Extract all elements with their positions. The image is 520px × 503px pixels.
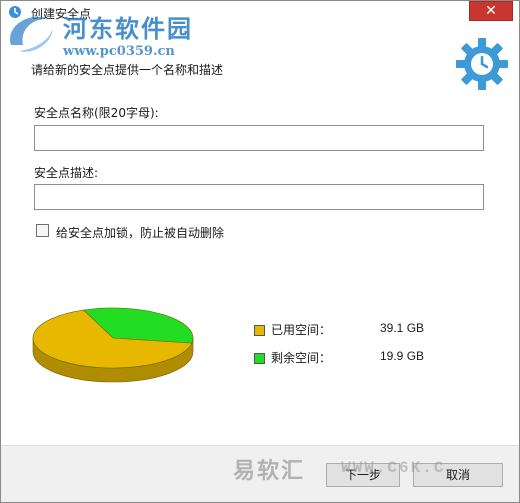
bottom-watermark-url: WWW.C6K.C xyxy=(341,459,446,477)
watermark-url: www.pc0359.cn xyxy=(63,44,175,59)
description-label: 安全点描述: xyxy=(34,166,99,180)
disk-usage-pie-chart xyxy=(32,307,194,383)
used-label: 已用空间： xyxy=(271,323,332,337)
used-swatch xyxy=(254,325,265,336)
free-value: 19.9 GB xyxy=(380,349,425,363)
gear-clock-icon xyxy=(456,38,508,90)
description-input[interactable] xyxy=(34,184,484,210)
close-button[interactable]: ✕ xyxy=(469,1,513,21)
name-label: 安全点名称(限20字母): xyxy=(34,106,159,120)
legend-used: 已用空间： 39.1 GB xyxy=(254,321,454,349)
free-swatch xyxy=(254,353,265,364)
used-value: 39.1 GB xyxy=(380,321,425,335)
create-restore-point-dialog: 创建安全点 ✕ 河东软件园 www.pc0359.cn 请给新的安全点提供一个名… xyxy=(0,0,520,503)
free-label: 剩余空间： xyxy=(271,351,332,365)
bottom-watermark-logo: 易软汇 xyxy=(233,459,306,484)
lock-checkbox-label: 给安全点加锁，防止被自动删除 xyxy=(56,226,225,240)
disk-legend: 已用空间： 39.1 GB 剩余空间： 19.9 GB xyxy=(254,321,454,377)
watermark-logo: 河东软件园 xyxy=(63,14,193,43)
watermark-swirl-icon xyxy=(10,16,53,52)
dialog-subtitle: 请给新的安全点提供一个名称和描述 xyxy=(31,63,224,77)
name-input[interactable] xyxy=(34,125,484,151)
lock-checkbox[interactable] xyxy=(36,224,49,237)
legend-free: 剩余空间： 19.9 GB xyxy=(254,349,454,377)
